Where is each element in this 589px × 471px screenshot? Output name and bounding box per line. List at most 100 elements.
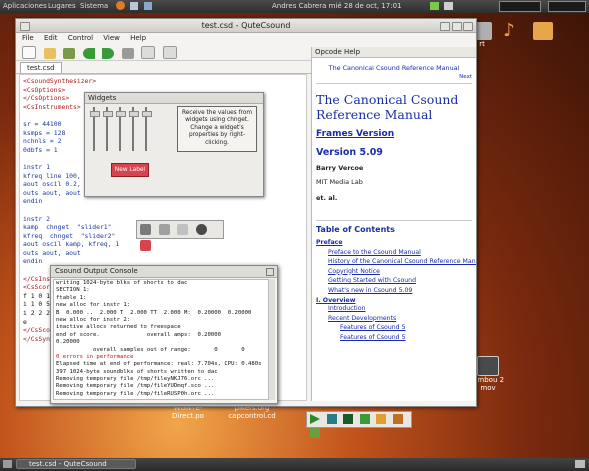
menu-file[interactable]: File: [22, 34, 34, 42]
minimize-icon[interactable]: [440, 22, 450, 31]
slider-knob[interactable]: [90, 111, 100, 117]
menu-view[interactable]: View: [103, 34, 120, 42]
new-file-icon[interactable]: [22, 46, 36, 59]
help-link[interactable]: Getting Started with Csound: [328, 276, 472, 286]
undo-icon[interactable]: [82, 48, 95, 59]
menu-edit[interactable]: Edit: [44, 34, 58, 42]
vertical-slider[interactable]: [142, 107, 152, 151]
slider-knob[interactable]: [103, 111, 113, 117]
vertical-slider[interactable]: [129, 107, 139, 151]
maximize-icon[interactable]: [452, 22, 462, 31]
edit-icon[interactable]: [177, 224, 189, 235]
help-panel-header: Opcode Help: [312, 47, 476, 58]
cut-icon[interactable]: [121, 48, 134, 59]
paste-icon[interactable]: [162, 46, 177, 59]
workspace-switcher[interactable]: [499, 1, 541, 12]
copy-icon[interactable]: [141, 46, 156, 59]
toc-preface[interactable]: Preface: [316, 239, 472, 246]
help-next-link[interactable]: Next: [316, 74, 472, 80]
help-link[interactable]: Features of Csound 5: [340, 323, 472, 333]
console-line: 0 errors in performance: [56, 353, 134, 360]
help-panel-title: Opcode Help: [315, 48, 361, 56]
help-link[interactable]: What's new in Csound 5.09: [328, 286, 472, 296]
volume-icon[interactable]: [444, 2, 453, 10]
folder-icon: [533, 22, 553, 40]
help-body[interactable]: The Canonical Csound Reference Manual Ne…: [312, 58, 476, 398]
console-titlebar[interactable]: Csound Output Console: [51, 266, 277, 278]
sub-links: Features of Csound 5 Features of Csound 5: [340, 323, 472, 342]
select-icon[interactable]: [158, 224, 170, 235]
slider-knob[interactable]: [116, 111, 126, 117]
red-widget-icon[interactable]: [140, 240, 151, 251]
help-divider: [316, 82, 472, 84]
vertical-slider[interactable]: [90, 107, 100, 151]
console-output[interactable]: writing 1024-byte blks of shorts to dac S…: [53, 279, 269, 400]
new-label-button[interactable]: New Label: [111, 163, 149, 177]
close-icon[interactable]: [20, 22, 30, 31]
vertical-slider[interactable]: [116, 107, 126, 151]
console-line: new alloc for instr 2:: [56, 316, 131, 323]
help-divider-2: [316, 219, 472, 221]
launcher-icon[interactable]: [144, 2, 152, 10]
extra-icon[interactable]: [310, 428, 320, 438]
transport-bar: [306, 411, 412, 438]
console-line: end of score. overall amps: 0.20000: [56, 331, 222, 338]
save-icon[interactable]: [63, 48, 76, 59]
bottom-panel: test.csd - QuteCsound: [0, 458, 589, 471]
top-panel: Aplicaciones Lugares Sistema Andres Cabr…: [0, 0, 589, 13]
help-link[interactable]: History of the Canonical Csound Referenc…: [328, 257, 476, 267]
help-link[interactable]: Recent Developments: [328, 314, 472, 324]
system-menu[interactable]: Sistema: [80, 2, 108, 10]
vertical-slider[interactable]: [103, 107, 113, 151]
help-link[interactable]: Features of Csound 5: [340, 333, 472, 343]
stop-icon[interactable]: [343, 414, 354, 424]
firefox-icon[interactable]: [116, 1, 125, 10]
tools-icon[interactable]: [140, 224, 151, 235]
record-icon[interactable]: [195, 224, 207, 235]
code-line: aout oscil kamp, kfreq, 1: [23, 240, 120, 249]
apps-menu[interactable]: Aplicaciones: [3, 2, 47, 10]
show-desktop-icon[interactable]: [3, 460, 12, 468]
console-close-icon[interactable]: [266, 268, 274, 276]
widget-label[interactable]: Receive the values from widgets using ch…: [177, 106, 257, 152]
mail-icon[interactable]: [130, 2, 138, 10]
console-line: Removing temporary file /tmp/fileRUSP0h.…: [56, 390, 215, 397]
network-icon[interactable]: [430, 2, 439, 10]
menu-control[interactable]: Control: [68, 34, 93, 42]
console-line: inactive allocs returned to freespace: [56, 324, 181, 331]
frames-version-link[interactable]: Frames Version: [316, 129, 472, 139]
tool-icon[interactable]: [392, 414, 403, 424]
slider-knob[interactable]: [142, 111, 152, 117]
run-term-icon[interactable]: [376, 414, 387, 424]
open-folder-icon[interactable]: [43, 48, 56, 59]
play-icon[interactable]: [310, 414, 320, 424]
pause-icon[interactable]: [326, 414, 337, 424]
clock-text[interactable]: Andres Cabrera mié 28 de oct, 17:01: [272, 2, 402, 10]
help-ref-link[interactable]: The Canonical Csound Reference Manual: [316, 63, 472, 74]
desktop-icon-folder[interactable]: [532, 22, 554, 40]
help-link[interactable]: Copyright Notice: [328, 267, 472, 277]
close-window-icon[interactable]: [463, 22, 473, 31]
help-link[interactable]: Introduction: [328, 304, 472, 314]
console-scrollbar[interactable]: [269, 279, 275, 400]
desktop-icon-music[interactable]: ♪: [498, 20, 520, 41]
tab-test-csd[interactable]: test.csd: [20, 62, 62, 73]
redo-icon[interactable]: [102, 48, 115, 59]
render-icon[interactable]: [359, 414, 370, 424]
slider-knob[interactable]: [129, 111, 139, 117]
preface-links: Preface to the Csound Manual History of t…: [328, 248, 476, 296]
help-link[interactable]: Preface to the Csound Manual: [328, 248, 472, 258]
console-line: 397 1024-byte soundblks of shorts writte…: [56, 368, 218, 375]
help-etal: et. al.: [316, 193, 338, 202]
taskbar-item[interactable]: test.csd - QuteCsound: [16, 459, 136, 469]
console-window: Csound Output Console writing 1024-byte …: [50, 265, 278, 404]
main-titlebar[interactable]: test.csd - QuteCsound: [16, 19, 476, 33]
menu-help[interactable]: Help: [130, 34, 146, 42]
places-menu[interactable]: Lugares: [48, 2, 76, 10]
console-line: Removing temporary file /tmp/fileyNKJ76.…: [56, 376, 215, 383]
toc-overview[interactable]: I. Overview: [316, 297, 472, 304]
system-monitor[interactable]: [548, 1, 586, 12]
menubar: File Edit Control View Help: [16, 33, 476, 44]
trash-icon[interactable]: [575, 460, 585, 468]
widgets-titlebar[interactable]: Widgets: [85, 93, 263, 104]
